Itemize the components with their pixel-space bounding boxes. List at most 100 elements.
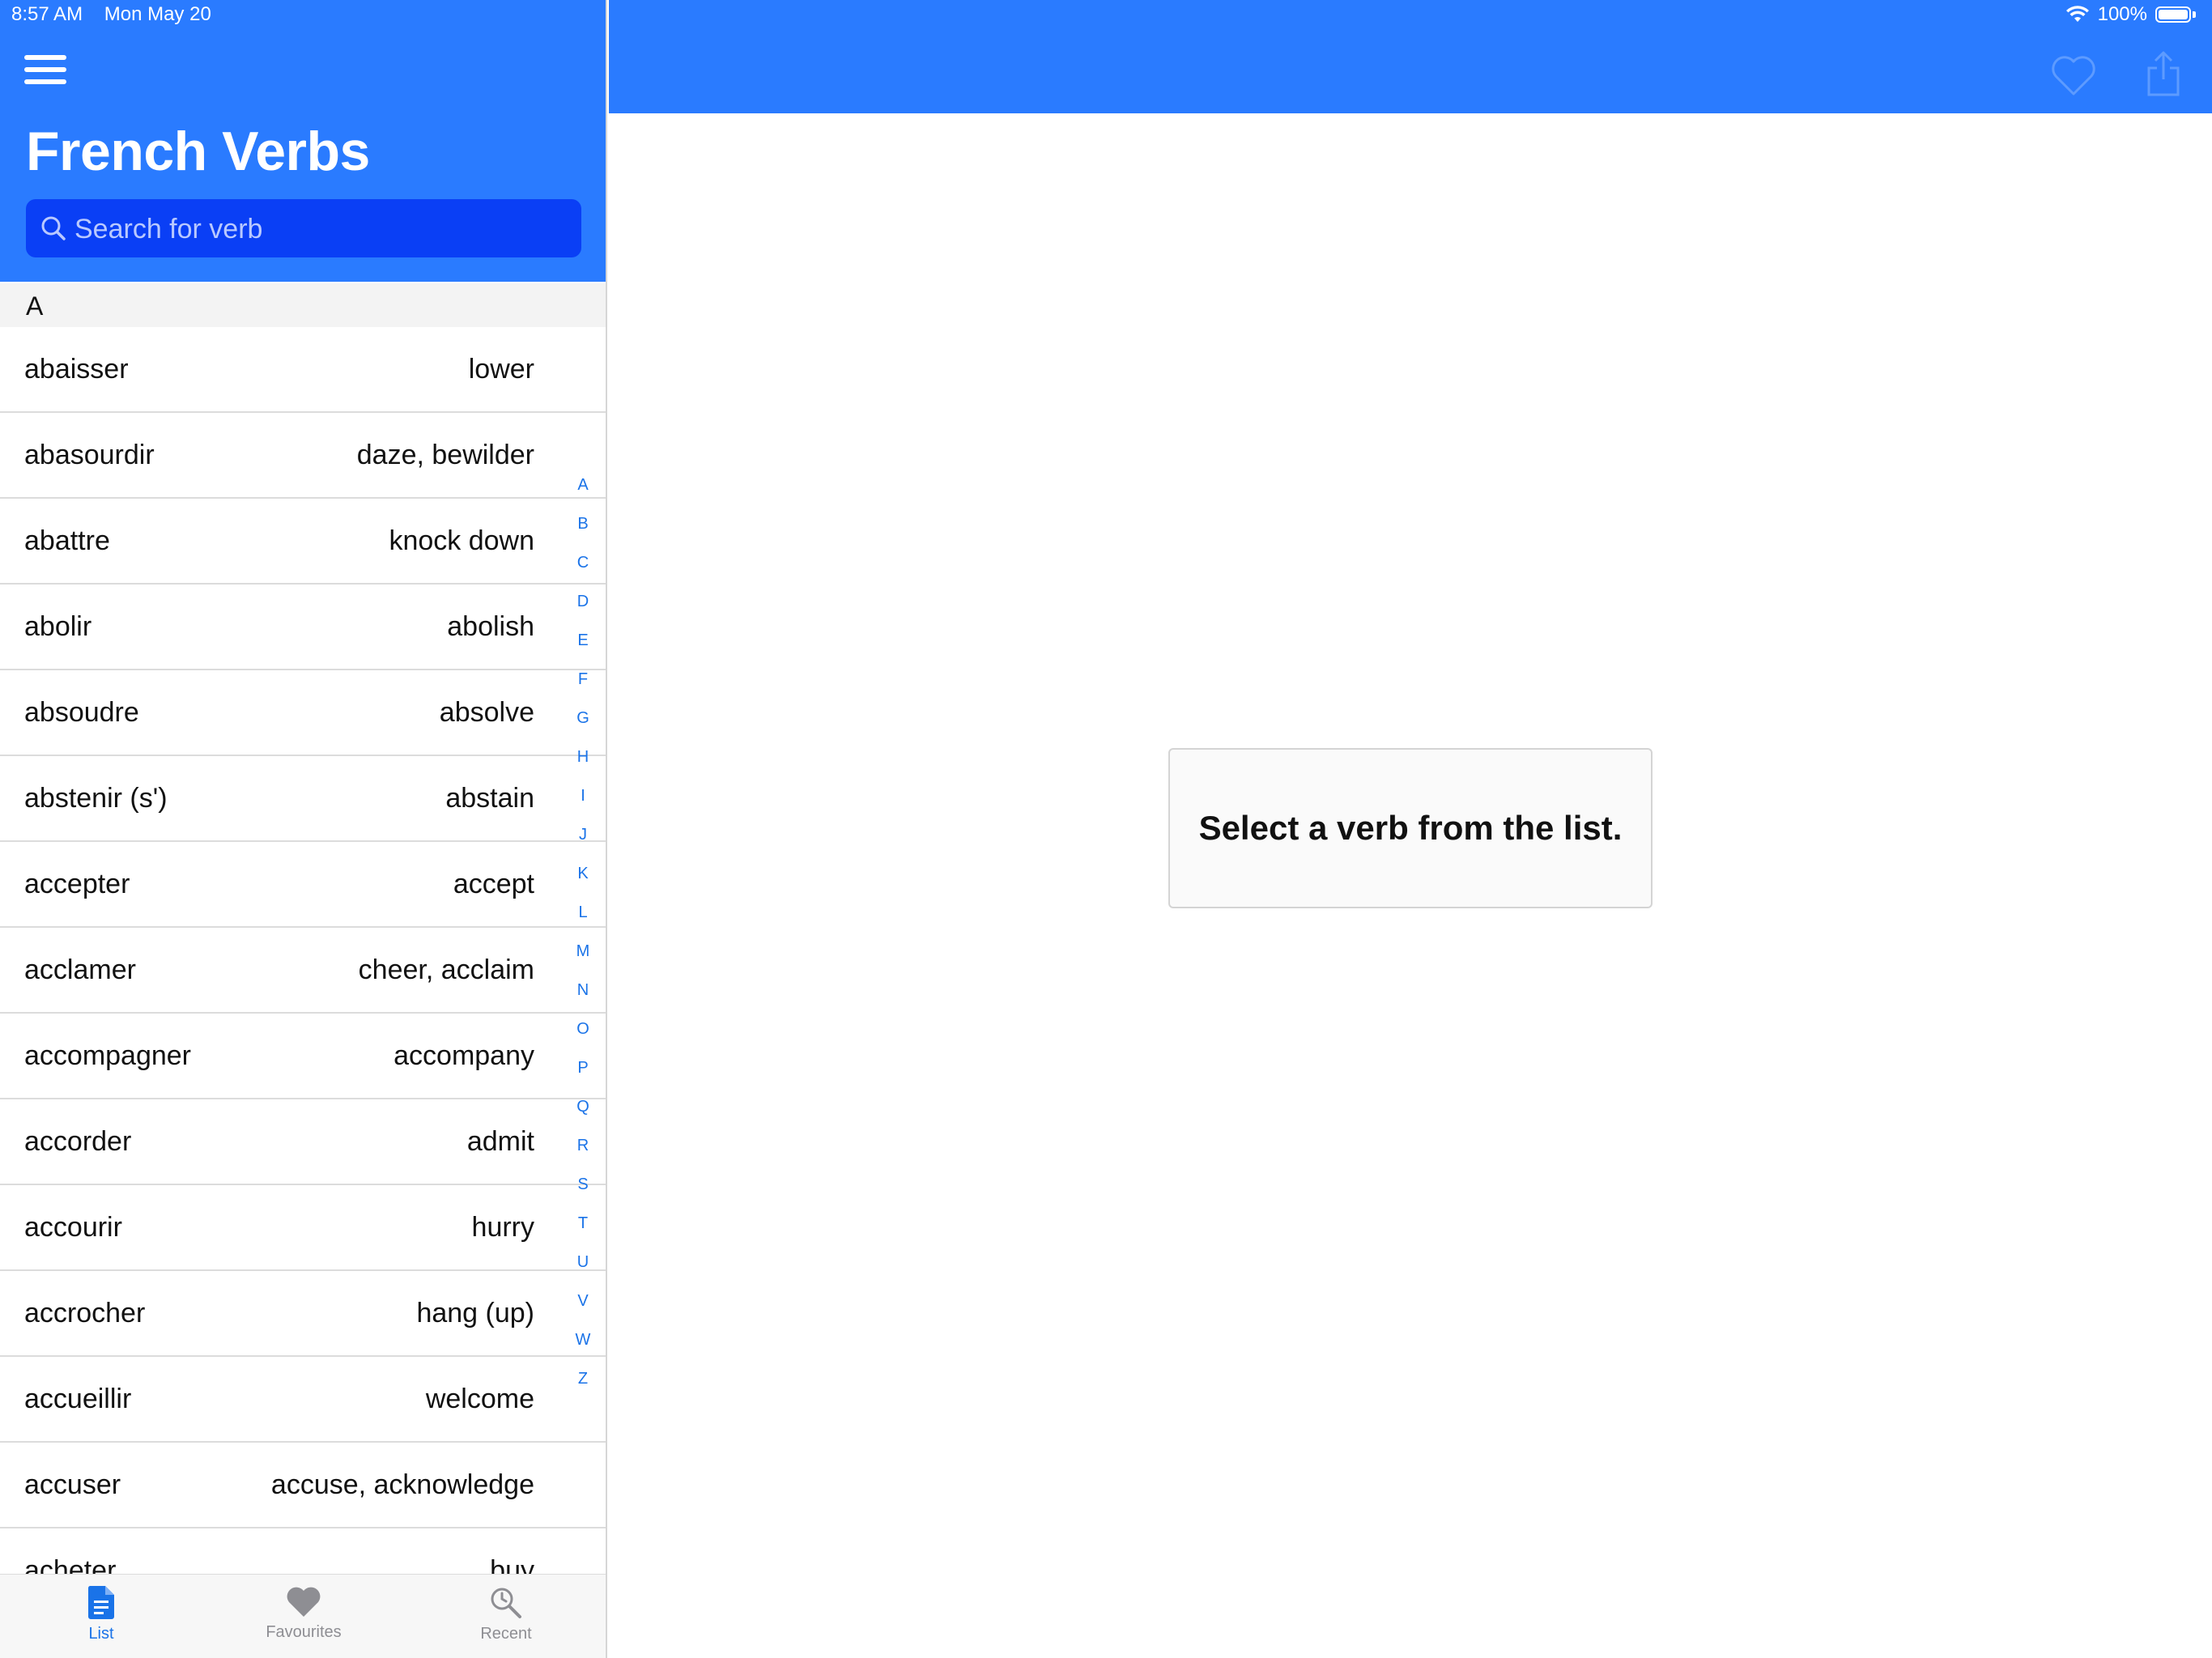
verb-name: accueillir bbox=[24, 1384, 132, 1414]
index-letter[interactable]: I bbox=[568, 785, 598, 824]
verb-meaning: welcome bbox=[425, 1384, 534, 1414]
verb-row[interactable]: accueillir welcome bbox=[0, 1357, 606, 1443]
index-letter[interactable]: B bbox=[568, 513, 598, 552]
status-bar-left: 8:57 AM Mon May 20 bbox=[11, 3, 228, 26]
index-letter[interactable]: U bbox=[568, 1252, 598, 1290]
verb-meaning: abolish bbox=[447, 611, 534, 642]
verb-row[interactable]: accepter accept bbox=[0, 842, 606, 928]
verb-name: accorder bbox=[24, 1126, 132, 1157]
index-letter[interactable]: W bbox=[568, 1329, 598, 1368]
index-letter[interactable]: F bbox=[568, 669, 598, 708]
search-bar[interactable] bbox=[26, 199, 581, 259]
heart-icon bbox=[287, 1587, 321, 1617]
index-letter[interactable]: M bbox=[568, 941, 598, 980]
verb-meaning: abstain bbox=[445, 783, 534, 814]
page-title: French Verbs bbox=[26, 121, 370, 182]
verb-meaning: lower bbox=[468, 354, 534, 385]
verb-name: accourir bbox=[24, 1212, 122, 1243]
status-time: 8:57 AM bbox=[11, 3, 83, 25]
index-letter[interactable]: A bbox=[568, 474, 598, 513]
status-date: Mon May 20 bbox=[104, 3, 211, 25]
detail-header bbox=[609, 0, 2212, 113]
verb-meaning: accuse, acknowledge bbox=[270, 1469, 534, 1500]
verb-meaning: hang (up) bbox=[416, 1298, 534, 1329]
verb-row[interactable]: abattre knock down bbox=[0, 499, 606, 585]
share-button[interactable] bbox=[2146, 50, 2181, 97]
empty-state-card: Select a verb from the list. bbox=[1168, 748, 1653, 908]
share-icon bbox=[2147, 51, 2180, 96]
index-letter[interactable]: O bbox=[568, 1018, 598, 1057]
index-letter[interactable]: E bbox=[568, 630, 598, 669]
verb-meaning: hurry bbox=[471, 1212, 534, 1243]
tab-list[interactable]: List bbox=[0, 1575, 202, 1658]
battery-icon bbox=[2155, 6, 2191, 23]
index-letter[interactable]: Q bbox=[568, 1096, 598, 1135]
verb-meaning: cheer, acclaim bbox=[358, 954, 534, 985]
tab-favourites[interactable]: Favourites bbox=[202, 1575, 405, 1658]
battery-percent: 100% bbox=[2097, 3, 2147, 25]
verb-row[interactable]: abstenir (s') abstain bbox=[0, 756, 606, 842]
verb-row[interactable]: abolir abolish bbox=[0, 585, 606, 670]
verb-row[interactable]: abasourdir daze, bewilder bbox=[0, 413, 606, 499]
verb-row[interactable]: abaisser lower bbox=[0, 327, 606, 413]
document-icon bbox=[87, 1586, 114, 1619]
battery-tip bbox=[2193, 11, 2196, 18]
verb-list: abaisser lower abasourdir daze, bewilder a… bbox=[0, 327, 606, 1614]
master-header: French Verbs bbox=[0, 0, 606, 282]
verb-meaning: daze, bewilder bbox=[356, 440, 534, 470]
index-letter[interactable]: S bbox=[568, 1174, 598, 1213]
verb-row[interactable]: accompagner accompany bbox=[0, 1014, 606, 1099]
verb-row[interactable]: accourir hurry bbox=[0, 1185, 606, 1271]
verb-meaning: accept bbox=[453, 869, 534, 899]
verb-name: abstenir (s') bbox=[24, 783, 168, 814]
verb-row[interactable]: accuser accuse, acknowledge bbox=[0, 1443, 606, 1528]
tab-recent[interactable]: Recent bbox=[405, 1575, 606, 1658]
verb-row[interactable]: acclamer cheer, acclaim bbox=[0, 928, 606, 1014]
verb-name: absoudre bbox=[24, 697, 139, 728]
section-header: A bbox=[0, 283, 606, 327]
recent-search-icon bbox=[491, 1588, 521, 1618]
alphabet-index[interactable]: A B C D E F G H I J K L M N O P Q R S T … bbox=[568, 474, 598, 1407]
verb-name: accuser bbox=[24, 1469, 121, 1500]
verb-row[interactable]: absoudre absolve bbox=[0, 670, 606, 756]
index-letter[interactable]: V bbox=[568, 1290, 598, 1329]
index-letter[interactable]: N bbox=[568, 980, 598, 1018]
verb-row[interactable]: accrocher hang (up) bbox=[0, 1271, 606, 1357]
search-input[interactable] bbox=[73, 199, 562, 259]
favourite-button[interactable] bbox=[2050, 53, 2097, 97]
verb-meaning: admit bbox=[466, 1126, 534, 1157]
tab-label: Recent bbox=[480, 1625, 532, 1643]
status-bar-right: 100% bbox=[2065, 3, 2196, 26]
index-letter[interactable]: D bbox=[568, 591, 598, 630]
index-letter[interactable]: L bbox=[568, 902, 598, 941]
verb-name: abattre bbox=[24, 525, 110, 556]
tab-label: List bbox=[88, 1625, 114, 1643]
tab-bar: List Favourites Recent bbox=[0, 1574, 606, 1658]
verb-meaning: accompany bbox=[393, 1040, 534, 1071]
search-icon bbox=[41, 216, 66, 240]
master-panel: French Verbs A abaisser lower abasourdir d… bbox=[0, 0, 607, 1658]
index-letter[interactable]: K bbox=[568, 863, 598, 902]
verb-name: acclamer bbox=[24, 954, 136, 985]
index-letter[interactable]: Z bbox=[568, 1368, 598, 1407]
verb-row[interactable]: accorder admit bbox=[0, 1099, 606, 1185]
menu-icon[interactable] bbox=[24, 55, 66, 87]
verb-name: abaisser bbox=[24, 354, 129, 385]
index-letter[interactable]: G bbox=[568, 708, 598, 746]
index-letter[interactable]: C bbox=[568, 552, 598, 591]
wifi-icon bbox=[2065, 6, 2089, 22]
tab-label: Favourites bbox=[266, 1623, 342, 1641]
index-letter[interactable]: J bbox=[568, 824, 598, 863]
index-letter[interactable]: P bbox=[568, 1057, 598, 1096]
verb-meaning: knock down bbox=[389, 525, 534, 556]
verb-name: abolir bbox=[24, 611, 92, 642]
empty-state-message: Select a verb from the list. bbox=[1198, 809, 1623, 847]
verb-name: abasourdir bbox=[24, 440, 155, 470]
verb-name: accompagner bbox=[24, 1040, 192, 1071]
index-letter[interactable]: R bbox=[568, 1135, 598, 1174]
index-letter[interactable]: H bbox=[568, 746, 598, 785]
index-letter[interactable]: T bbox=[568, 1213, 598, 1252]
heart-outline-icon bbox=[2052, 56, 2095, 96]
verb-meaning: absolve bbox=[439, 697, 534, 728]
section-header-label: A bbox=[26, 291, 44, 321]
